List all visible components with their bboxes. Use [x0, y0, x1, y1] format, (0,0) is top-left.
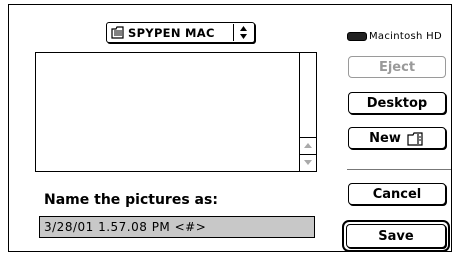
new-button-label: New — [369, 130, 401, 146]
name-prompt-label: Name the pictures as: — [44, 192, 218, 208]
folder-icon — [111, 26, 124, 39]
new-folder-button[interactable]: New — [348, 127, 446, 149]
picture-name-field[interactable]: 3/28/01 1.57.08 PM <#> — [39, 216, 315, 238]
new-folder-icon — [407, 131, 423, 146]
hard-disk-icon — [347, 32, 367, 41]
eject-button[interactable]: Eject — [348, 56, 446, 78]
folder-popup-menu[interactable]: SPYPEN MAC — [106, 22, 255, 43]
cancel-button[interactable]: Cancel — [348, 183, 446, 205]
eject-button-label: Eject — [378, 59, 416, 75]
scroll-up-arrow-icon[interactable] — [300, 137, 316, 153]
cancel-button-label: Cancel — [372, 186, 422, 202]
save-button[interactable]: Save — [346, 224, 446, 248]
button-divider — [347, 169, 451, 170]
save-button-label: Save — [378, 228, 414, 244]
save-dialog: SPYPEN MAC Macintosh HD Eject Desktop Ne… — [8, 4, 452, 252]
file-list-scrollbar[interactable] — [299, 53, 316, 171]
disk-indicator: Macintosh HD — [347, 31, 442, 42]
up-down-arrows-icon — [233, 24, 252, 41]
folder-popup-label: SPYPEN MAC — [128, 25, 215, 40]
file-list[interactable] — [35, 52, 317, 172]
desktop-button-label: Desktop — [366, 95, 428, 111]
desktop-button[interactable]: Desktop — [348, 92, 446, 114]
scroll-down-arrow-icon[interactable] — [300, 154, 316, 170]
disk-name: Macintosh HD — [369, 31, 442, 42]
